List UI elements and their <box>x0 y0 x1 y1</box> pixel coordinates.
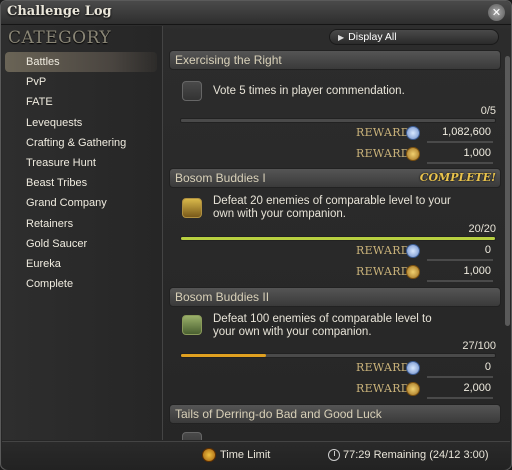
sidebar-item-pvp[interactable]: PvP <box>2 72 163 92</box>
star-seal-icon <box>406 126 420 140</box>
sidebar-item-levequests[interactable]: Levequests <box>2 113 163 133</box>
progress-count: 20/20 <box>468 223 496 235</box>
entry-description-line2: your own with your companion. <box>213 326 372 338</box>
reward-label: REWARD <box>356 265 410 278</box>
entry-title: Bosom Buddies II <box>175 290 270 304</box>
sidebar-item-crafting-gathering[interactable]: Crafting & Gathering <box>2 133 163 153</box>
star-seal-icon <box>406 244 420 258</box>
entry-title: Tails of Derring-do Bad and Good Luck <box>175 407 382 421</box>
sidebar-item-beast-tribes[interactable]: Beast Tribes <box>2 173 163 193</box>
reward-label: REWARD <box>356 361 410 374</box>
scroll-thumb[interactable] <box>505 56 510 326</box>
star-seal-icon <box>406 361 420 375</box>
gil-coin-icon <box>406 147 420 161</box>
display-all-label: Display All <box>348 31 397 43</box>
footer-bar: Time Limit 77:29 Remaining (24/12 3:00) <box>2 441 510 470</box>
sidebar-item-gold-saucer[interactable]: Gold Saucer <box>2 234 163 254</box>
sidebar-item-battles[interactable]: Battles <box>5 52 157 73</box>
sidebar-item-complete[interactable]: Complete <box>2 274 163 294</box>
entry-description-line1: Defeat 20 enemies of comparable level to… <box>213 195 451 207</box>
entry-description-line2: own with your companion. <box>213 208 346 220</box>
progress-count: 0/5 <box>480 105 496 117</box>
display-all-button[interactable]: ▶ Display All <box>329 29 499 45</box>
sidebar-item-grand-company[interactable]: Grand Company <box>2 193 163 213</box>
gil-coin-icon <box>406 382 420 396</box>
heart-icon <box>182 81 202 101</box>
reward-underline <box>427 376 493 378</box>
progress-bar <box>180 118 496 123</box>
sidebar-item-retainers[interactable]: Retainers <box>2 214 163 234</box>
reward-value: 0 <box>484 361 491 373</box>
reward-value: 1,000 <box>463 265 491 277</box>
challenge-log-window: Challenge Log ✕ CATEGORY Battles PvP FAT… <box>0 0 512 470</box>
sidebar-item-eureka[interactable]: Eureka <box>2 254 163 274</box>
play-triangle-icon: ▶ <box>338 33 345 42</box>
reward-label: REWARD <box>356 244 410 257</box>
entry-description-line1: Defeat 100 enemies of comparable level t… <box>213 313 432 325</box>
reward-underline <box>427 162 493 164</box>
challenge-list-panel: ▶ Display All Exercising the Right Vote 5… <box>165 26 511 440</box>
gil-coin-icon <box>406 265 420 279</box>
progress-count: 27/100 <box>462 340 496 352</box>
progress-bar-fill <box>181 237 495 240</box>
reward-underline <box>427 280 493 282</box>
reward-label: REWARD <box>356 126 410 139</box>
progress-bar-fill <box>181 354 266 357</box>
reward-value: 0 <box>484 244 491 256</box>
entry-header[interactable]: Bosom Buddies II <box>169 287 501 307</box>
time-remaining: 77:29 Remaining (24/12 3:00) <box>343 449 489 461</box>
progress-bar <box>180 353 496 358</box>
reward-underline <box>427 141 493 143</box>
entry-title: Bosom Buddies I <box>175 171 266 185</box>
progress-bar <box>180 236 496 241</box>
category-heading: CATEGORY <box>8 28 112 48</box>
challenge-scroll-area[interactable]: Exercising the Right Vote 5 times in pla… <box>165 48 511 440</box>
companion-icon <box>182 315 202 335</box>
companion-icon <box>182 198 202 218</box>
category-list: Battles PvP FATE Levequests Crafting & G… <box>2 52 163 294</box>
entry-header[interactable]: Bosom Buddies I COMPLETE! <box>169 168 501 188</box>
reward-value: 2,000 <box>463 382 491 394</box>
reward-label: REWARD <box>356 147 410 160</box>
reward-value: 1,000 <box>463 147 491 159</box>
reward-value: 1,082,600 <box>442 126 491 138</box>
time-limit-label: Time Limit <box>220 449 271 461</box>
sidebar-item-treasure-hunt[interactable]: Treasure Hunt <box>2 153 163 173</box>
category-sidebar: CATEGORY Battles PvP FATE Levequests Cra… <box>2 26 163 440</box>
title-bar[interactable]: Challenge Log ✕ <box>1 1 511 25</box>
window-title: Challenge Log <box>7 4 112 19</box>
entry-header[interactable]: Tails of Derring-do Bad and Good Luck <box>169 404 501 424</box>
entry-header[interactable]: Exercising the Right <box>169 50 501 70</box>
close-icon[interactable]: ✕ <box>488 4 505 21</box>
challenge-icon <box>182 432 202 440</box>
sidebar-item-fate[interactable]: FATE <box>2 92 163 112</box>
complete-badge: COMPLETE! <box>419 171 496 184</box>
reward-underline <box>427 259 493 261</box>
reward-label: REWARD <box>356 382 410 395</box>
entry-title: Exercising the Right <box>175 53 282 67</box>
reward-underline <box>427 397 493 399</box>
scrollbar[interactable] <box>503 48 511 440</box>
entry-description: Vote 5 times in player commendation. <box>213 85 405 97</box>
